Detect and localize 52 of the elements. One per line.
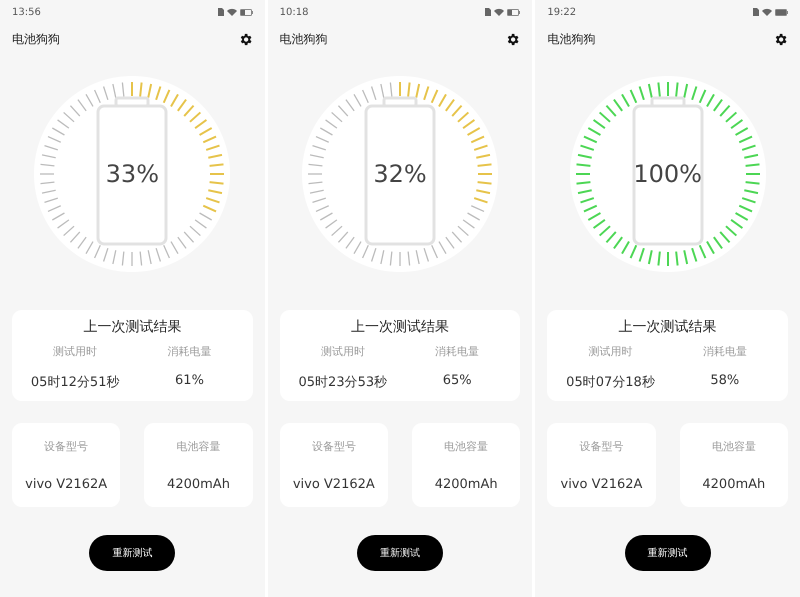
info-label: 电池容量	[444, 438, 488, 454]
app-title: 电池狗狗	[12, 30, 60, 48]
result-title: 上一次测试结果	[350, 318, 449, 336]
result-value: 05时07分18秒	[566, 374, 655, 391]
info-value: vivo V2162A	[560, 476, 642, 492]
status-time: 13:56	[12, 6, 41, 18]
sim-icon	[218, 8, 224, 16]
sim-icon	[752, 8, 759, 16]
settings-icon[interactable]	[505, 32, 520, 46]
status-time: 19:22	[547, 6, 576, 18]
info-value: vivo V2162A	[25, 476, 108, 492]
result-label: 消耗电量	[702, 344, 747, 359]
wifi-icon	[494, 8, 504, 16]
battery-percent: 32%	[373, 160, 427, 188]
battery-icon	[632, 96, 704, 246]
retest-button[interactable]: 重新测试	[624, 535, 711, 571]
battery-percent: 100%	[633, 160, 702, 188]
info-value: vivo V2162A	[292, 476, 375, 492]
result-value: 61%	[175, 373, 204, 388]
info-label: 设备型号	[44, 438, 88, 454]
battery-icon	[364, 96, 436, 246]
info-label: 设备型号	[312, 438, 356, 454]
result-value: 65%	[442, 373, 472, 388]
result-label: 消耗电量	[167, 344, 212, 359]
info-label: 电池容量	[712, 438, 756, 454]
result-label: 测试用时	[320, 344, 365, 359]
result-label: 测试用时	[588, 344, 632, 359]
result-value: 58%	[710, 373, 740, 388]
sim-icon	[485, 8, 492, 16]
wifi-icon	[226, 8, 237, 16]
retest-button[interactable]: 重新测试	[356, 535, 443, 571]
info-label: 设备型号	[579, 438, 624, 454]
battery-icon	[774, 8, 788, 16]
result-title: 上一次测试结果	[618, 318, 717, 336]
result-label: 测试用时	[53, 344, 98, 359]
retest-button[interactable]: 重新测试	[89, 535, 176, 571]
info-label: 电池容量	[176, 438, 220, 454]
info-value: 4200mAh	[702, 476, 766, 492]
result-value: 05时23分53秒	[298, 374, 388, 391]
wifi-icon	[762, 8, 772, 16]
info-value: 4200mAh	[167, 476, 230, 492]
battery-icon	[507, 8, 520, 16]
battery-percent: 33%	[106, 160, 159, 188]
result-title: 上一次测试结果	[83, 318, 182, 336]
app-title: 电池狗狗	[547, 30, 596, 48]
result-value: 05时12分51秒	[30, 374, 120, 391]
battery-icon	[240, 8, 253, 16]
battery-icon	[96, 96, 168, 246]
status-time: 10:18	[280, 6, 308, 18]
app-title: 电池狗狗	[280, 30, 328, 48]
info-value: 4200mAh	[434, 476, 498, 492]
result-label: 消耗电量	[435, 344, 480, 359]
